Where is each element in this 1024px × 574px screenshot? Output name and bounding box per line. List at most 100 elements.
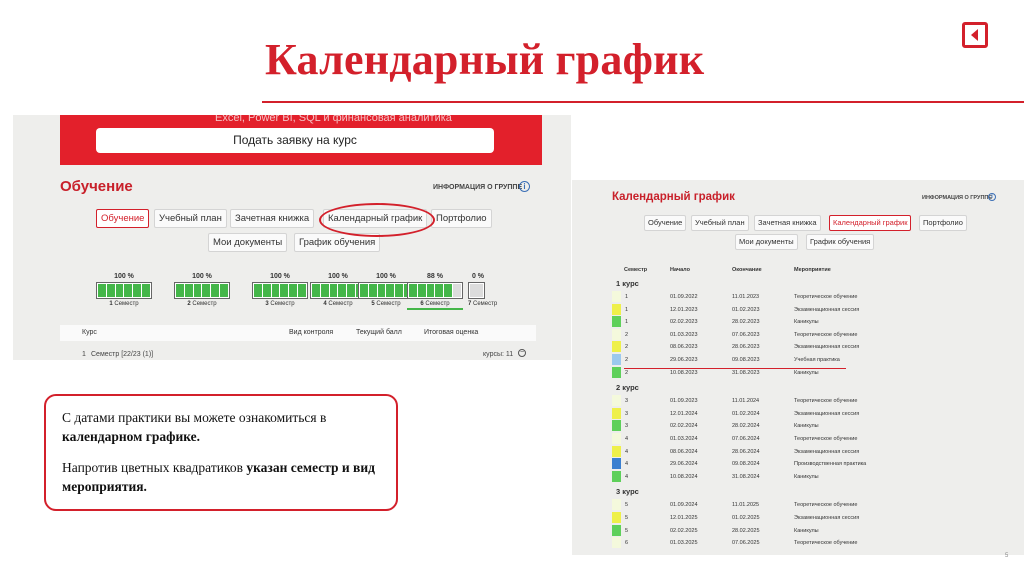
cell-sem: 5 xyxy=(625,527,629,534)
info-icon[interactable]: i xyxy=(519,181,530,192)
cell-start: 10.08.2023 xyxy=(670,369,698,376)
table-row: 1 01.09.2022 11.01.2023 Теоретическое обуче… xyxy=(612,291,1024,303)
tab-my-documents[interactable]: Мои документы xyxy=(208,233,288,252)
cell-sem: 2 xyxy=(625,369,629,376)
cell-end: 11.01.2025 xyxy=(732,502,760,509)
cell-event: Каникулы xyxy=(794,423,819,430)
table-row: 3 02.02.2024 28.02.2024 Каникулы xyxy=(612,420,1024,432)
cell-start: 12.01.2025 xyxy=(670,515,698,521)
tab-portfolio[interactable]: Портфолио xyxy=(431,209,492,228)
event-color-swatch xyxy=(612,512,621,523)
cell-start: 08.06.2024 xyxy=(670,448,698,455)
event-color-swatch xyxy=(612,433,621,444)
event-color-swatch xyxy=(612,407,621,419)
info-icon[interactable]: i xyxy=(988,193,996,201)
cell-start: 01.03.2024 xyxy=(670,436,698,442)
cell-event: Теоретическое обучение xyxy=(794,540,858,547)
cell-sem: 1 xyxy=(625,306,629,313)
tab-study-plan[interactable]: Учебный план xyxy=(154,209,227,228)
table-row[interactable]: 1 Семестр [22/23 (1)] курсы: 11 − xyxy=(60,347,536,360)
column-semester: Семестр xyxy=(624,267,648,273)
tab-study-plan[interactable]: Учебный план xyxy=(691,215,749,231)
cell-start: 01.09.2022 xyxy=(670,294,698,300)
back-button[interactable] xyxy=(962,22,988,48)
semester-progress-6[interactable]: 88 % 6 Семестр xyxy=(407,273,463,310)
cell-start: 12.01.2023 xyxy=(670,306,698,313)
cell-end: 28.02.2023 xyxy=(732,319,760,326)
tab-study-schedule[interactable]: График обучения xyxy=(806,234,875,250)
table-row: 4 08.06.2024 28.06.2024 Экзаменационная сес… xyxy=(612,445,1024,458)
table-row: 2 29.06.2023 09.08.2023 Учебная практика xyxy=(612,354,1024,366)
group-info-link[interactable]: ИНФОРМАЦИЯ О ГРУППЕ xyxy=(433,184,522,191)
semester-progress-bar xyxy=(174,282,230,299)
event-color-swatch xyxy=(612,328,621,340)
event-color-swatch xyxy=(612,445,621,457)
column-end: Окончание xyxy=(732,267,762,273)
table-row: 6 01.03.2025 07.06.2025 Теоретическое обуче… xyxy=(612,537,1024,549)
banner-text: Excel, Power BI, SQL и финансовая аналит… xyxy=(215,115,452,124)
semester-progress-3[interactable]: 100 % 3 Семестр xyxy=(252,273,308,307)
cell-end: 07.06.2023 xyxy=(732,331,760,338)
tab-record-book[interactable]: Зачетная книжка xyxy=(754,215,821,231)
semester-progress-bar xyxy=(96,282,152,299)
cell-sem: 2 xyxy=(625,344,629,351)
cell-event: Каникулы xyxy=(794,527,819,534)
cell-sem: 5 xyxy=(625,502,629,509)
cell-sem: 3 xyxy=(625,398,629,405)
highlight-underline xyxy=(624,368,846,369)
cell-event: Теоретическое обучение xyxy=(794,436,858,442)
cell-sem: 4 xyxy=(625,473,629,480)
cell-sem: 4 xyxy=(625,436,629,442)
semester-percent: 0 % xyxy=(471,273,485,280)
cell-sem: 1 xyxy=(625,294,629,300)
semester-progress-1[interactable]: 100 % 1 Семестр xyxy=(96,273,152,307)
cell-end: 28.06.2024 xyxy=(732,448,760,455)
event-color-swatch xyxy=(612,316,621,328)
table-row: 1 02.02.2023 28.02.2023 Каникулы xyxy=(612,316,1024,328)
highlight-ellipse xyxy=(319,203,435,237)
cell-end: 28.02.2025 xyxy=(732,527,760,534)
semester-percent: 100 % xyxy=(192,273,212,280)
cell-event: Учебная практика xyxy=(794,357,840,363)
cell-end: 11.01.2024 xyxy=(732,398,760,405)
cell-start: 29.06.2024 xyxy=(670,461,698,468)
tab-education[interactable]: Обучение xyxy=(96,209,150,228)
group-info-link[interactable]: ИНФОРМАЦИЯ О ГРУППЕ xyxy=(922,195,992,201)
column-control-type: Вид контроля xyxy=(289,329,334,336)
collapse-icon[interactable]: − xyxy=(518,349,526,357)
semester-label: 6 Семестр xyxy=(407,301,463,310)
tab-education[interactable]: Обучение xyxy=(644,215,687,231)
course-banner: Excel, Power BI, SQL и финансовая аналит… xyxy=(60,115,542,165)
cell-sem: 3 xyxy=(625,423,629,430)
title-underline xyxy=(262,101,1024,103)
semester-progress-bar xyxy=(358,282,414,299)
cell-end: 01.02.2025 xyxy=(732,515,760,521)
calendar-schedule-screenshot: Календарный график ИНФОРМАЦИЯ О ГРУППЕ i… xyxy=(572,180,1024,555)
page-number: 5 xyxy=(1005,553,1009,559)
cell-sem: 4 xyxy=(625,461,629,468)
tab-record-book[interactable]: Зачетная книжка xyxy=(230,209,315,228)
cell-end: 28.02.2024 xyxy=(732,423,760,430)
cell-event: Каникулы xyxy=(794,473,819,480)
event-color-swatch xyxy=(612,524,621,536)
apply-course-button[interactable]: Подать заявку на курс xyxy=(96,128,494,153)
cell-sem: 3 xyxy=(625,410,629,417)
cell-sem: 4 xyxy=(625,448,629,455)
tab-my-documents[interactable]: Мои документы xyxy=(735,234,798,250)
semester-progress-5[interactable]: 100 % 5 Семестр xyxy=(358,273,414,307)
event-color-swatch xyxy=(612,470,621,482)
cell-start: 01.03.2023 xyxy=(670,331,698,338)
course-heading: 3 курс xyxy=(616,487,639,497)
event-color-swatch xyxy=(612,303,621,315)
semester-progress-2[interactable]: 100 % 2 Семестр xyxy=(174,273,230,307)
event-color-swatch xyxy=(612,420,621,432)
cell-end: 31.08.2024 xyxy=(732,473,760,480)
cell-start: 01.09.2023 xyxy=(670,398,698,405)
semester-progress-7[interactable]: 0 % 7 Семестр xyxy=(468,273,497,307)
semester-percent: 100 % xyxy=(114,273,134,280)
cell-end: 01.02.2024 xyxy=(732,410,760,417)
tab-calendar-schedule[interactable]: Календарный график xyxy=(829,215,912,231)
tab-portfolio[interactable]: Портфолио xyxy=(919,215,967,231)
semester-label: 3 Семестр xyxy=(265,301,295,307)
cell-sem: 2 xyxy=(625,331,629,338)
